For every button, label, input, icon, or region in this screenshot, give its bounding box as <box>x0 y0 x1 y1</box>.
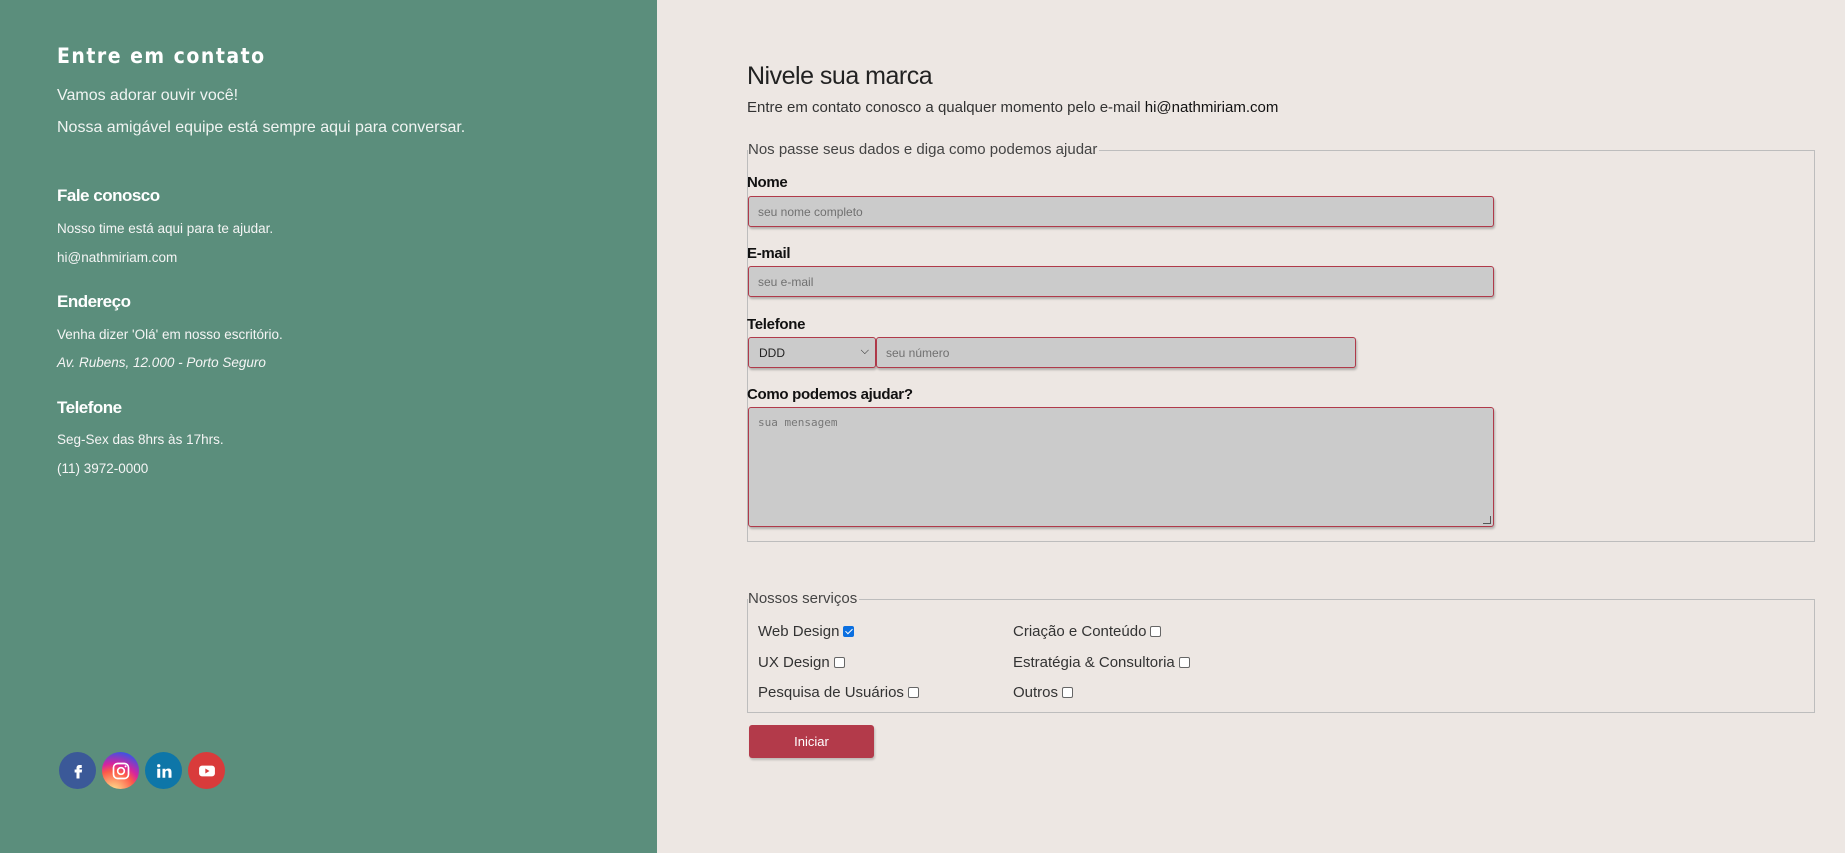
submit-button[interactable]: Iniciar <box>749 725 874 758</box>
subtitle-text: Entre em contato conosco a qualquer mome… <box>747 99 1145 116</box>
service-label: Criação e Conteúdo <box>1013 623 1147 640</box>
subtitle-email[interactable]: hi@nathmiriam.com <box>1145 99 1279 116</box>
contact-info-panel: Entre em contato Vamos adorar ouvir você… <box>0 0 657 853</box>
service-ux-design[interactable]: UX Design <box>758 654 845 671</box>
ddd-value: DDD <box>759 346 785 360</box>
resize-grip-icon[interactable] <box>1483 516 1491 524</box>
intro-line-1: Vamos adorar ouvir você! <box>57 87 239 104</box>
service-checkbox[interactable] <box>1062 687 1074 698</box>
facebook-icon[interactable] <box>59 752 96 789</box>
address-street: Av. Rubens, 12.000 - Porto Seguro <box>57 355 266 370</box>
ddd-select[interactable]: DDD ⌵ <box>748 337 876 368</box>
service-others[interactable]: Outros <box>1013 684 1074 701</box>
service-checkbox[interactable] <box>907 687 919 698</box>
service-web-design[interactable]: Web Design <box>758 623 855 640</box>
phone-label: Telefone <box>747 316 806 333</box>
page-title: Nivele sua marca <box>747 62 933 90</box>
service-user-research[interactable]: Pesquisa de Usuários <box>758 684 919 701</box>
service-label: Outros <box>1013 684 1059 701</box>
service-checkbox[interactable] <box>843 626 855 637</box>
contact-heading: Fale conosco <box>57 186 160 205</box>
email-label: E-mail <box>747 245 791 262</box>
name-label: Nome <box>747 174 788 191</box>
phone-hours: Seg-Sex das 8hrs às 17hrs. <box>57 432 224 447</box>
contact-text: Nosso time está aqui para te ajudar. <box>57 221 274 236</box>
service-checkbox[interactable] <box>1178 657 1190 668</box>
chevron-down-icon: ⌵ <box>860 345 869 357</box>
address-text: Venha dizer 'Olá' em nosso escritório. <box>57 327 283 342</box>
message-textarea[interactable]: sua mensagem <box>748 407 1494 527</box>
form-area: Nivele sua marca Entre em contato conosc… <box>657 0 1845 853</box>
service-strategy[interactable]: Estratégia & Consultoria <box>1013 654 1190 671</box>
service-checkbox[interactable] <box>833 657 845 668</box>
message-placeholder: sua mensagem <box>758 416 838 429</box>
intro-line-2: Nossa amigável equipe está sempre aqui p… <box>57 119 466 136</box>
address-heading: Endereço <box>57 292 131 311</box>
service-label: Estratégia & Consultoria <box>1013 654 1175 671</box>
message-label: Como podemos ajudar? <box>747 386 913 403</box>
service-checkbox[interactable] <box>1150 626 1162 637</box>
services-legend: Nossos serviços <box>748 590 860 607</box>
page-subtitle: Entre em contato conosco a qualquer mome… <box>747 99 1278 116</box>
panel-title: Entre em contato <box>57 44 266 68</box>
social-links <box>59 752 225 789</box>
name-input[interactable]: seu nome completo <box>748 196 1494 227</box>
details-legend: Nos passe seus dados e diga como podemos… <box>748 141 1100 158</box>
linkedin-icon[interactable] <box>145 752 182 789</box>
phone-number: (11) 3972-0000 <box>57 461 149 476</box>
instagram-icon[interactable] <box>102 752 139 789</box>
phone-heading: Telefone <box>57 398 122 417</box>
service-label: UX Design <box>758 654 830 671</box>
email-input[interactable]: seu e-mail <box>748 266 1494 297</box>
service-label: Pesquisa de Usuários <box>758 684 904 701</box>
service-label: Web Design <box>758 623 840 640</box>
youtube-icon[interactable] <box>188 752 225 789</box>
service-content[interactable]: Criação e Conteúdo <box>1013 623 1162 640</box>
contact-email[interactable]: hi@nathmiriam.com <box>57 250 177 265</box>
phone-input[interactable]: seu número <box>876 337 1356 368</box>
